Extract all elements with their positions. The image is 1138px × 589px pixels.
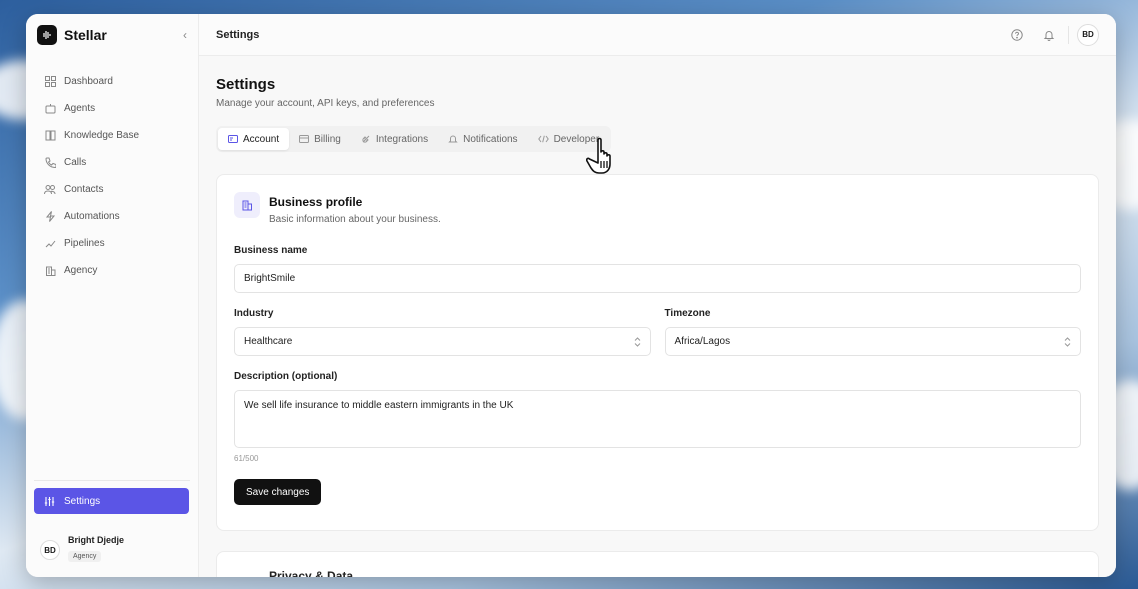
business-name-label: Business name xyxy=(234,245,308,256)
user-name: Bright Djedje xyxy=(68,535,125,545)
brand: Stellar ‹ xyxy=(26,14,198,56)
tab-label: Developer xyxy=(553,133,600,145)
save-changes-button[interactable]: Save changes xyxy=(234,479,322,505)
character-counter: 61/500 xyxy=(234,454,259,463)
sidebar-item-label: Knowledge Base xyxy=(64,130,140,141)
card-title: Business profile xyxy=(269,195,363,209)
sidebar-item-label: Contacts xyxy=(64,184,104,195)
grid-icon xyxy=(44,76,56,88)
sidebar-item-pipelines[interactable]: Pipelines xyxy=(34,230,190,257)
tab-label: Billing xyxy=(314,133,341,145)
description-textarea[interactable]: We sell life insurance to middle eastern… xyxy=(234,390,1081,448)
sidebar: Stellar ‹ Dashboard Agents Knowledge Bas… xyxy=(26,14,199,577)
users-icon xyxy=(44,184,56,196)
sidebar-item-agents[interactable]: Agents xyxy=(34,95,190,122)
industry-value: Healthcare xyxy=(244,336,293,347)
settings-content: Settings Manage your account, API keys, … xyxy=(199,76,1116,152)
building-icon xyxy=(44,265,56,277)
sidebar-divider xyxy=(34,480,190,481)
stellar-logo-icon xyxy=(37,25,57,45)
app-name: Stellar xyxy=(64,27,107,43)
app-window: Stellar ‹ Dashboard Agents Knowledge Bas… xyxy=(26,14,1116,577)
credit-card-icon xyxy=(299,135,310,143)
phone-icon xyxy=(44,157,56,169)
code-icon xyxy=(537,135,549,143)
business-profile-card: Business profile Basic information about… xyxy=(216,174,1099,531)
id-card-icon xyxy=(228,135,238,143)
user-profile[interactable]: BD Bright Djedje Agency xyxy=(40,535,124,563)
book-icon xyxy=(44,130,56,142)
timezone-label: Timezone xyxy=(664,308,711,319)
sliders-icon xyxy=(44,496,56,507)
avatar[interactable]: BD xyxy=(1077,23,1099,46)
sidebar-nav: Dashboard Agents Knowledge Base Calls Co… xyxy=(26,68,198,284)
collapse-sidebar-chevron-icon[interactable]: ‹ xyxy=(183,28,187,42)
plug-icon xyxy=(361,134,371,144)
tab-label: Integrations xyxy=(375,133,429,145)
tab-billing[interactable]: Billing xyxy=(289,128,351,150)
industry-select[interactable]: Healthcare xyxy=(234,327,651,356)
user-role-badge: Agency xyxy=(68,551,102,562)
page-title: Settings xyxy=(216,76,276,93)
bolt-icon xyxy=(44,211,56,223)
business-name-input[interactable]: BrightSmile xyxy=(234,264,1081,293)
sidebar-item-label: Agency xyxy=(64,265,98,276)
sidebar-item-label: Calls xyxy=(64,157,87,168)
industry-label: Industry xyxy=(234,308,274,319)
sidebar-item-label: Dashboard xyxy=(64,76,113,87)
bell-icon[interactable] xyxy=(1042,28,1056,42)
sidebar-item-calls[interactable]: Calls xyxy=(34,149,190,176)
card-title: Privacy & Data xyxy=(269,569,354,577)
chevron-up-down-icon xyxy=(1064,336,1071,347)
business-name-value: BrightSmile xyxy=(244,273,296,284)
tab-developer[interactable]: Developer xyxy=(528,128,610,150)
sidebar-item-agency[interactable]: Agency xyxy=(34,257,190,284)
help-icon[interactable] xyxy=(1010,28,1024,42)
sidebar-item-automations[interactable]: Automations xyxy=(34,203,190,230)
agent-icon xyxy=(44,103,56,115)
tab-account[interactable]: Account xyxy=(218,128,290,150)
settings-tabs: Account Billing Integrations Notificatio… xyxy=(216,126,612,152)
building-icon xyxy=(234,192,260,218)
topbar-title: Settings xyxy=(216,28,260,41)
tab-label: Account xyxy=(243,133,280,145)
sidebar-item-label: Automations xyxy=(64,211,120,222)
sidebar-item-label: Settings xyxy=(64,495,101,507)
timezone-select[interactable]: Africa/Lagos xyxy=(664,327,1081,356)
page-subtitle: Manage your account, API keys, and prefe… xyxy=(216,98,435,109)
topbar-separator xyxy=(1068,25,1069,44)
sidebar-item-settings[interactable]: Settings xyxy=(34,488,189,514)
sidebar-item-dashboard[interactable]: Dashboard xyxy=(34,68,190,95)
timezone-value: Africa/Lagos xyxy=(674,336,731,347)
description-label: Description (optional) xyxy=(234,371,338,382)
card-description: Basic information about your business. xyxy=(269,214,441,225)
sidebar-item-label: Agents xyxy=(64,103,96,114)
chevron-up-down-icon xyxy=(634,336,641,347)
sidebar-item-contacts[interactable]: Contacts xyxy=(34,176,190,203)
sidebar-item-knowledge-base[interactable]: Knowledge Base xyxy=(34,122,190,149)
tab-label: Notifications xyxy=(463,133,518,145)
tab-integrations[interactable]: Integrations xyxy=(351,128,438,150)
tab-notifications[interactable]: Notifications xyxy=(438,128,527,150)
topbar: Settings BD xyxy=(199,14,1116,56)
privacy-data-card: Privacy & Data xyxy=(216,551,1099,577)
sidebar-item-label: Pipelines xyxy=(64,238,105,249)
avatar: BD xyxy=(40,540,60,560)
bell-icon xyxy=(448,134,458,144)
pipeline-icon xyxy=(44,238,56,250)
main-area: Settings BD Settings Manage your account… xyxy=(199,14,1116,577)
